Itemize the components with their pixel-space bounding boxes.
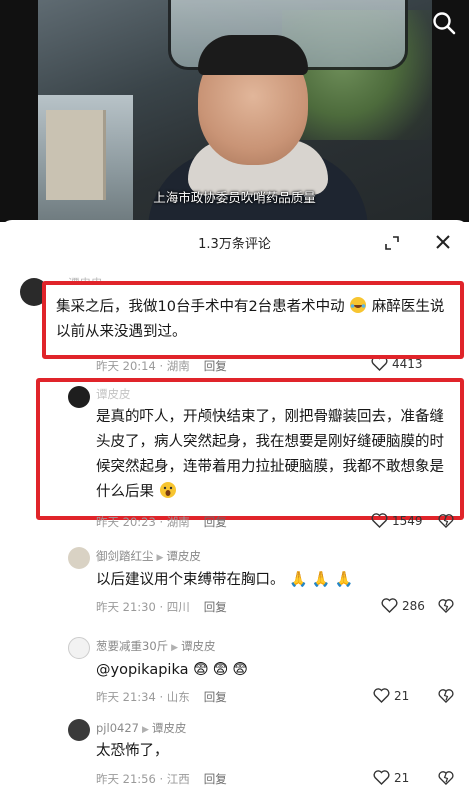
comment-time: 昨天 20:14 · 湖南	[96, 359, 190, 373]
comment-time: 昨天 20:23 · 湖南	[96, 515, 190, 529]
comment-time: 昨天 21:34 · 山东	[96, 690, 190, 704]
comment-item: 谭皮皮 是真的吓人，开颅快结束了，刚把骨瓣装回去，准备缝头皮了，病人突然起身，我…	[0, 380, 469, 540]
comment-time: 昨天 21:56 · 江西	[96, 772, 190, 786]
comment-text: 以后建议用个束缚带在胸口。 🙏🙏🙏	[96, 570, 358, 588]
avatar[interactable]	[68, 719, 90, 741]
avatar[interactable]	[68, 386, 90, 408]
fearful-emoji-icon: 😨😨😨	[193, 660, 253, 678]
comment-text: 集采之后，我做10台手术中有2台患者术中动 麻醉医生说以前从来没遇到过。	[56, 295, 451, 345]
comment-time: 昨天 21:30 · 四川	[96, 600, 190, 614]
like-button[interactable]: 21	[373, 770, 409, 785]
search-icon[interactable]	[431, 10, 457, 36]
heart-icon	[373, 770, 390, 785]
like-count: 1549	[392, 513, 423, 528]
comment-text: 太恐怖了，	[96, 743, 169, 759]
comment-panel: 1.3万条评论 谭忠忠 昨天 20:14 · 湖南回复 4413 集采之后	[0, 220, 469, 800]
comment-meta: 昨天 21:56 · 江西 回复	[96, 771, 227, 787]
person-hair	[198, 35, 308, 75]
comment-text: 是真的吓人，开颅快结束了，刚把骨瓣装回去，准备缝头皮了，病人突然起身，我在想要是…	[96, 409, 444, 500]
video-caption: 上海市政协委员吹哨药品质量	[153, 190, 316, 205]
like-button[interactable]: 1549	[371, 513, 423, 528]
panel-header: 1.3万条评论	[0, 220, 469, 264]
avatar[interactable]	[68, 637, 90, 659]
comment-username[interactable]: 谭皮皮	[96, 386, 131, 402]
comment-meta: 昨天 21:34 · 山东 回复	[96, 689, 227, 705]
heart-icon	[381, 598, 398, 613]
comment-username[interactable]: 葱要减重30斤 ▶ 谭皮皮	[96, 638, 216, 654]
like-button[interactable]: 21	[373, 688, 409, 703]
video-player[interactable]: 上海市政协委员吹哨药品质量	[0, 0, 469, 222]
comment-item: pjl0427 ▶ 谭皮皮 太恐怖了， 昨天 21:56 · 江西 回复 21	[0, 714, 469, 800]
heart-icon	[371, 513, 388, 528]
laughing-emoji-icon	[350, 297, 367, 313]
reply-button[interactable]: 回复	[204, 772, 227, 786]
dislike-heart-icon[interactable]	[438, 688, 454, 704]
comment-username[interactable]: 御剑踏红尘 ▶ 谭皮皮	[96, 548, 201, 564]
like-button[interactable]: 286	[381, 598, 425, 613]
reply-button[interactable]: 回复	[204, 690, 227, 704]
comment-meta: 昨天 20:14 · 湖南 回复	[96, 358, 227, 374]
expand-icon[interactable]	[384, 235, 400, 251]
comment-username[interactable]: pjl0427 ▶ 谭皮皮	[96, 720, 186, 736]
reply-button[interactable]: 回复	[204, 359, 227, 373]
comment-item: 葱要减重30斤 ▶ 谭皮皮 @yopikapika 😨😨😨 昨天 21:34 · 山…	[0, 632, 469, 712]
reply-button[interactable]: 回复	[204, 600, 227, 614]
highlight-box: 集采之后，我做10台手术中有2台患者术中动 麻醉医生说以前从来没遇到过。	[42, 281, 464, 359]
dislike-heart-icon[interactable]	[438, 770, 454, 786]
fearful-emoji-icon	[159, 482, 176, 498]
reply-button[interactable]: 回复	[204, 515, 227, 529]
heart-icon	[373, 688, 390, 703]
like-count: 21	[394, 688, 410, 703]
avatar[interactable]	[68, 547, 90, 569]
comment-meta: 昨天 21:30 · 四川 回复	[96, 599, 227, 615]
dislike-heart-icon[interactable]	[438, 598, 454, 614]
comment-item: 御剑踏红尘 ▶ 谭皮皮 以后建议用个束缚带在胸口。 🙏🙏🙏 昨天 21:30 · 四…	[0, 542, 469, 622]
praying-emoji-icon: 🙏🙏🙏	[289, 570, 358, 588]
comment-meta: 昨天 20:23 · 湖南 回复	[96, 514, 227, 530]
comment-text: @yopikapika 😨😨😨	[96, 660, 253, 678]
dislike-heart-icon[interactable]	[438, 513, 454, 529]
like-count: 21	[394, 770, 410, 785]
like-count: 286	[402, 598, 425, 613]
close-icon[interactable]	[434, 233, 452, 251]
